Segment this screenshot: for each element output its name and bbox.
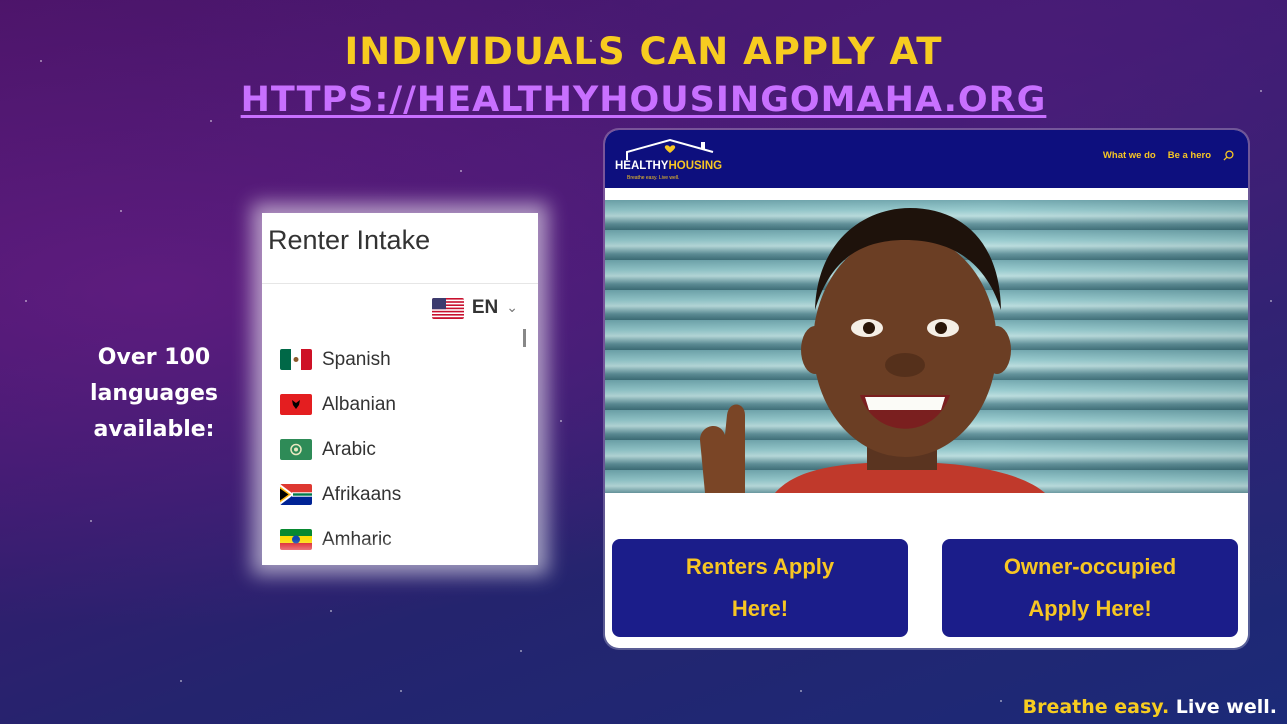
owner-apply-line1: Owner-occupied bbox=[1003, 554, 1177, 579]
language-option-albanian[interactable]: Albanian bbox=[280, 382, 401, 427]
intake-title: Renter Intake bbox=[268, 225, 431, 255]
logo-word-highlight: HOUSING bbox=[668, 160, 723, 172]
menu-what-we-do[interactable]: What we do bbox=[1103, 150, 1156, 161]
us-flag-icon bbox=[431, 297, 464, 319]
house-icon bbox=[626, 138, 714, 160]
albania-flag-icon bbox=[280, 394, 312, 415]
renter-intake-panel: Renter Intake EN ⌄ Spanish Albanian Arab… bbox=[262, 213, 538, 565]
divider bbox=[262, 283, 538, 284]
renters-apply-line1: Renters Apply bbox=[685, 554, 835, 579]
site-url-link[interactable]: HTTPS://HEALTHYHOUSINGOMAHA.ORG bbox=[0, 80, 1287, 120]
south-africa-flag-icon bbox=[280, 484, 312, 505]
logo-word-plain: HEALTHY bbox=[615, 160, 669, 172]
search-icon[interactable] bbox=[1223, 150, 1234, 161]
owner-occupied-apply-button[interactable]: Owner-occupied Apply Here! bbox=[942, 539, 1238, 637]
language-option-spanish[interactable]: Spanish bbox=[280, 337, 401, 382]
logo-wordmark: HEALTHYHOUSING bbox=[615, 160, 722, 172]
tagline-part1: Breathe easy. bbox=[1022, 696, 1170, 718]
languages-caption-line: available: bbox=[93, 417, 215, 442]
slide-tagline: Breathe easy. Live well. bbox=[1023, 696, 1277, 718]
renters-apply-button[interactable]: Renters Apply Here! bbox=[612, 539, 908, 637]
language-name: Albanian bbox=[322, 393, 396, 415]
site-navbar: HEALTHYHOUSING Breathe easy. Live well. … bbox=[605, 130, 1248, 188]
slide-title: INDIVIDUALS CAN APPLY AT bbox=[344, 30, 943, 73]
selected-language-code: EN bbox=[471, 297, 499, 318]
list-fade bbox=[262, 539, 538, 565]
languages-caption: Over 100 languages available: bbox=[64, 340, 244, 448]
language-list: Spanish Albanian Arabic Afrikaans Amhari… bbox=[280, 337, 401, 562]
language-select[interactable]: EN ⌄ bbox=[431, 297, 518, 319]
tagline-part2: Live well. bbox=[1175, 696, 1277, 718]
language-name: Arabic bbox=[322, 438, 376, 460]
mexico-flag-icon bbox=[280, 349, 312, 370]
scrollbar-thumb[interactable] bbox=[523, 329, 526, 347]
hero-image-smiling-child bbox=[605, 200, 1248, 493]
renters-apply-line2: Here! bbox=[731, 596, 789, 621]
site-menu: What we do Be a hero bbox=[1103, 150, 1234, 161]
child-illustration bbox=[700, 208, 1045, 493]
language-name: Afrikaans bbox=[322, 483, 402, 505]
language-option-arabic[interactable]: Arabic bbox=[280, 427, 401, 472]
chevron-down-icon: ⌄ bbox=[506, 300, 518, 316]
languages-caption-line: Over 100 bbox=[97, 345, 211, 370]
logo-tagline: Breathe easy. Live well. bbox=[627, 175, 680, 181]
menu-be-a-hero[interactable]: Be a hero bbox=[1168, 150, 1211, 161]
website-screenshot: HEALTHYHOUSING Breathe easy. Live well. … bbox=[605, 130, 1248, 648]
owner-apply-line2: Apply Here! bbox=[1028, 596, 1152, 621]
language-option-afrikaans[interactable]: Afrikaans bbox=[280, 472, 401, 517]
language-name: Spanish bbox=[322, 348, 391, 370]
arab-league-flag-icon bbox=[280, 439, 312, 460]
healthy-housing-logo[interactable]: HEALTHYHOUSING Breathe easy. Live well. bbox=[615, 138, 745, 184]
languages-caption-line: languages bbox=[89, 381, 219, 406]
